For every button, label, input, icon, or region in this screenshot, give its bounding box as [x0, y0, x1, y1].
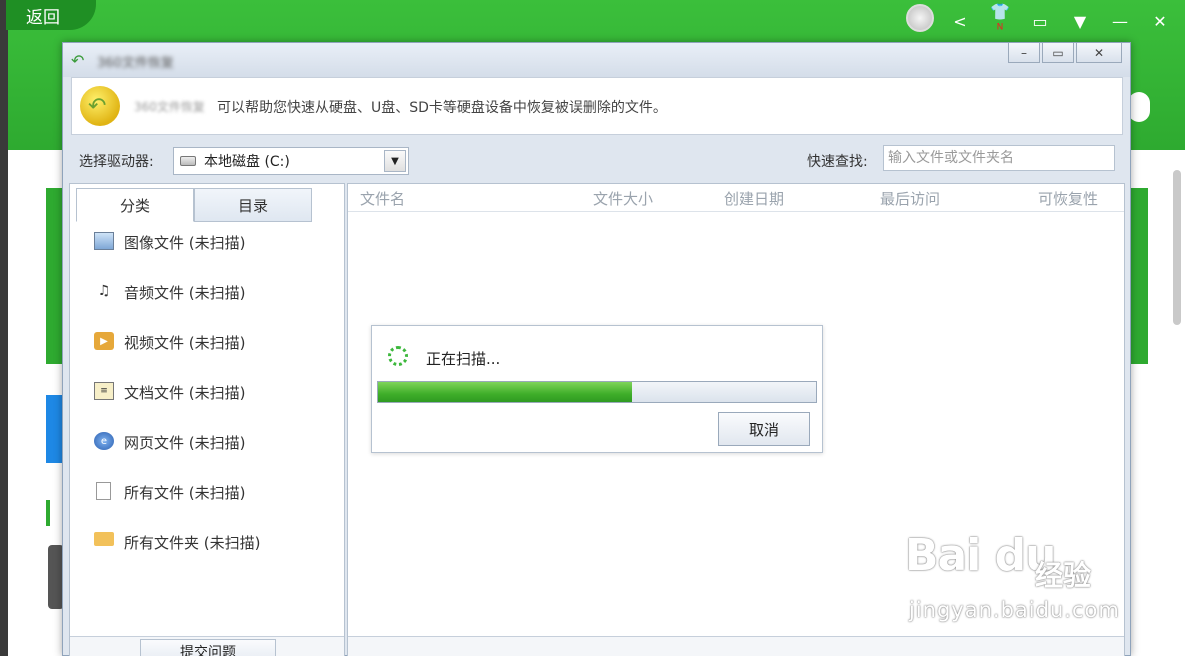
- background-scrollbar[interactable]: [1173, 170, 1181, 325]
- loading-spinner-icon: [388, 346, 408, 366]
- category-audio[interactable]: ♫ 音频文件 (未扫描): [94, 282, 260, 332]
- recover-arrow-icon: ↶: [71, 51, 85, 70]
- background-card: [46, 500, 50, 526]
- scan-status: 正在扫描...: [426, 350, 501, 368]
- top-toolbar: < 👕N ▭ ▼ — ✕: [949, 2, 1171, 40]
- watermark-sub: 经验: [1035, 559, 1092, 592]
- menu-icon[interactable]: ▼: [1069, 12, 1091, 31]
- video-icon: ▶: [94, 332, 114, 350]
- category-label: 文档文件 (未扫描): [124, 384, 246, 402]
- column-recoverability[interactable]: 可恢复性: [1038, 188, 1098, 209]
- background-edge: [0, 0, 8, 656]
- background-card: [1128, 188, 1148, 364]
- minimize-icon[interactable]: —: [1109, 12, 1131, 31]
- back-label: 返回: [26, 7, 60, 28]
- maximize-button[interactable]: ▭: [1042, 43, 1074, 63]
- category-label: 网页文件 (未扫描): [124, 434, 246, 452]
- category-list: 图像文件 (未扫描) ♫ 音频文件 (未扫描) ▶ 视频文件 (未扫描) ≡ 文…: [94, 232, 260, 582]
- cancel-button[interactable]: 取消: [718, 412, 810, 446]
- file-list-header: 文件名 文件大小 创建日期 最后访问 可恢复性: [348, 184, 1124, 212]
- banner-description: 可以帮助您快速从硬盘、U盘、SD卡等硬盘设备中恢复被误删除的文件。: [217, 100, 667, 116]
- drive-selected-value: 本地磁盘 (C:): [204, 154, 290, 170]
- folder-icon: [94, 532, 114, 546]
- category-all-folders[interactable]: 所有文件夹 (未扫描): [94, 532, 260, 582]
- tab-category[interactable]: 分类: [76, 188, 194, 222]
- scan-progress-dialog: 正在扫描... 取消: [371, 325, 823, 453]
- category-label: 所有文件 (未扫描): [124, 484, 246, 502]
- drive-toolbar: 选择驱动器: 本地磁盘 (C:) ▼ 快速查找:: [63, 139, 1130, 181]
- category-label: 图像文件 (未扫描): [124, 234, 246, 252]
- document-icon: ≡: [94, 382, 114, 400]
- skin-icon[interactable]: 👕N: [989, 2, 1011, 40]
- banner-product-name: 360文件恢复: [134, 100, 205, 114]
- recover-logo-icon: ↶: [80, 86, 120, 126]
- baidu-jingyan-watermark: Bai du 经验 jingyan.baidu.com: [905, 530, 1130, 630]
- disk-icon: [180, 156, 196, 166]
- column-file-name[interactable]: 文件名: [360, 188, 405, 209]
- category-image[interactable]: 图像文件 (未扫描): [94, 232, 260, 282]
- notification-badge: N: [996, 22, 1004, 33]
- search-input[interactable]: [883, 145, 1115, 171]
- window-controls: – ▭ ✕: [1008, 43, 1122, 63]
- image-icon: [94, 232, 114, 250]
- close-button[interactable]: ✕: [1076, 43, 1122, 63]
- column-last-access[interactable]: 最后访问: [880, 188, 940, 209]
- close-icon[interactable]: ✕: [1149, 12, 1171, 31]
- progress-fill: [378, 382, 633, 402]
- back-button[interactable]: 返回: [6, 0, 96, 30]
- file-icon: [96, 482, 111, 500]
- info-banner: ↶ 360文件恢复 可以帮助您快速从硬盘、U盘、SD卡等硬盘设备中恢复被误删除的…: [71, 77, 1123, 135]
- category-document[interactable]: ≡ 文档文件 (未扫描): [94, 382, 260, 432]
- column-file-size[interactable]: 文件大小: [593, 188, 653, 209]
- search-label: 快速查找:: [807, 154, 868, 170]
- file-list-footer: [348, 636, 1124, 656]
- medal-icon[interactable]: [906, 4, 934, 32]
- category-label: 所有文件夹 (未扫描): [124, 534, 261, 552]
- chevron-down-icon[interactable]: ▼: [384, 150, 406, 172]
- web-page-icon: e: [94, 432, 114, 450]
- share-icon[interactable]: <: [949, 12, 971, 31]
- panel-tabs: 分类 目录: [76, 188, 312, 222]
- minimize-button[interactable]: –: [1008, 43, 1040, 63]
- category-panel: 分类 目录 图像文件 (未扫描) ♫ 音频文件 (未扫描) ▶ 视频文件 (未扫…: [69, 183, 345, 656]
- background-card: [1128, 92, 1150, 122]
- feedback-label: 提交问题: [180, 645, 236, 656]
- scan-progress-bar: [377, 381, 817, 403]
- cancel-label: 取消: [748, 420, 779, 439]
- column-created-date[interactable]: 创建日期: [724, 188, 784, 209]
- category-webpage[interactable]: e 网页文件 (未扫描): [94, 432, 260, 482]
- drive-label: 选择驱动器:: [79, 154, 154, 170]
- watermark-brand: Bai du: [905, 530, 1056, 581]
- category-label: 视频文件 (未扫描): [124, 334, 246, 352]
- watermark-url: jingyan.baidu.com: [909, 598, 1120, 622]
- category-label: 音频文件 (未扫描): [124, 284, 246, 302]
- dialog-titlebar[interactable]: ↶ 360文件恢复 – ▭ ✕: [63, 43, 1130, 77]
- message-icon[interactable]: ▭: [1029, 12, 1051, 31]
- category-video[interactable]: ▶ 视频文件 (未扫描): [94, 332, 260, 382]
- submit-feedback-button[interactable]: 提交问题: [140, 639, 276, 656]
- dialog-title: 360文件恢复: [97, 56, 174, 71]
- drive-select[interactable]: 本地磁盘 (C:) ▼: [173, 147, 409, 175]
- tab-directory[interactable]: 目录: [194, 188, 312, 222]
- category-all-files[interactable]: 所有文件 (未扫描): [94, 482, 260, 532]
- panel-footer: 提交问题: [70, 636, 344, 656]
- music-note-icon: ♫: [97, 283, 111, 299]
